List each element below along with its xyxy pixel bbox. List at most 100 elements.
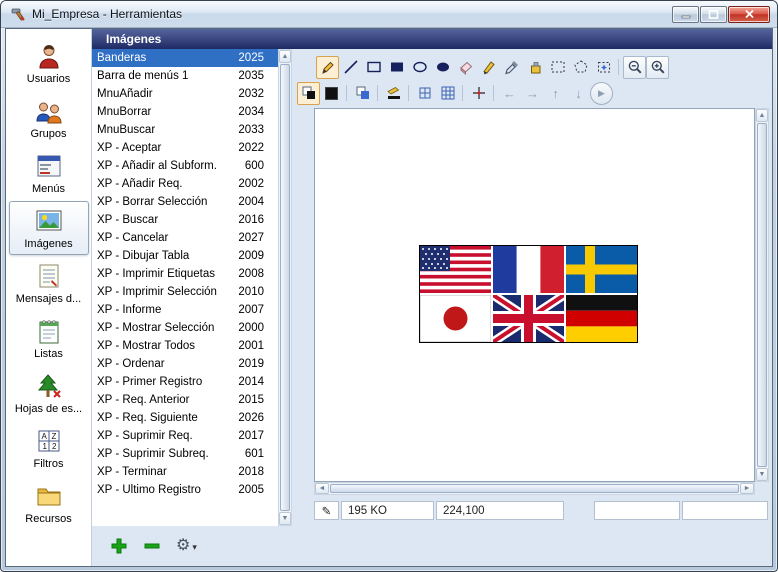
nudge-right-button[interactable]: → <box>521 82 544 105</box>
image-name: XP - Ordenar <box>97 358 228 370</box>
sidebar-item-menus[interactable]: Menús <box>9 146 89 200</box>
list-item[interactable]: XP - Primer Registro 2014 <box>92 373 278 391</box>
eraser-tool-button[interactable] <box>454 56 477 79</box>
list-item[interactable]: XP - Mostrar Todos 2001 <box>92 337 278 355</box>
list-item[interactable]: XP - Aceptar 2022 <box>92 139 278 157</box>
list-item[interactable]: XP - Último Registro 2005 <box>92 481 278 499</box>
toolbar-separator <box>405 83 413 103</box>
status-extra-field-2 <box>682 501 768 520</box>
list-item[interactable]: XP - Informe 2007 <box>92 301 278 319</box>
image-canvas[interactable] <box>314 108 755 482</box>
add-image-button[interactable] <box>110 537 128 555</box>
sidebar-item-listas[interactable]: Listas <box>9 311 89 365</box>
scroll-up-button[interactable]: ▲ <box>279 50 291 63</box>
settings-menu-button[interactable]: ⚙ ▾ <box>176 538 197 554</box>
panel-title: Imágenes <box>106 32 161 46</box>
sidebar-item-mensajes[interactable]: Mensajes d... <box>9 256 89 310</box>
sidebar-item-imagenes[interactable]: Imágenes <box>9 201 89 255</box>
list-item[interactable]: XP - Ordenar 2019 <box>92 355 278 373</box>
scroll-thumb[interactable] <box>757 123 767 467</box>
pencil-icon <box>319 59 336 76</box>
filled-rect-tool-button[interactable] <box>385 56 408 79</box>
flag-uk <box>493 295 564 342</box>
nudge-down-button[interactable]: ↓ <box>567 82 590 105</box>
select-lasso-tool-button[interactable] <box>569 56 592 79</box>
line-tool-button[interactable] <box>339 56 362 79</box>
maximize-button[interactable] <box>700 6 727 23</box>
list-item[interactable]: XP - Req. Siguiente 2026 <box>92 409 278 427</box>
list-item[interactable]: XP - Borrar Selección 2004 <box>92 193 278 211</box>
flag-france <box>493 246 564 293</box>
list-item[interactable]: Banderas 2025 <box>92 49 278 67</box>
list-item[interactable]: XP - Imprimir Etiquetas 2008 <box>92 265 278 283</box>
sidebar-item-usuarios[interactable]: Usuarios <box>9 36 89 90</box>
sidebar-item-recursos[interactable]: Recursos <box>9 476 89 530</box>
list-item[interactable]: XP - Cancelar 2027 <box>92 229 278 247</box>
canvas-hscrollbar[interactable]: ◄ ► <box>314 482 755 495</box>
list-item[interactable]: XP - Terminar 2018 <box>92 463 278 481</box>
transparent-color-button[interactable] <box>351 82 374 105</box>
zoom-in-button[interactable] <box>646 56 669 79</box>
nudge-left-button[interactable]: ← <box>498 82 521 105</box>
list-item[interactable]: XP - Suprimir Req. 2017 <box>92 427 278 445</box>
grid-small-button[interactable] <box>413 82 436 105</box>
minimize-button[interactable] <box>672 6 699 23</box>
scroll-left-button[interactable]: ◄ <box>315 483 329 494</box>
list-item[interactable]: XP - Req. Anterior 2015 <box>92 391 278 409</box>
sidebar-item-grupos[interactable]: Grupos <box>9 91 89 145</box>
sidebar-item-label: Hojas de es... <box>15 403 82 415</box>
sidebar: Usuarios Grupos <box>6 29 92 566</box>
line-width-button[interactable] <box>382 82 405 105</box>
image-id: 2032 <box>228 88 264 100</box>
scroll-thumb[interactable] <box>330 484 739 493</box>
list-item[interactable]: XP - Añadir Req. 2002 <box>92 175 278 193</box>
crosshair-button[interactable] <box>467 82 490 105</box>
panel-header: Imágenes <box>92 29 772 49</box>
list-item[interactable]: MnuBuscar 2033 <box>92 121 278 139</box>
sidebar-item-filtros[interactable]: A Z 1 2 Filtros <box>9 421 89 475</box>
color-mode-button[interactable] <box>297 82 320 105</box>
rect-tool-button[interactable] <box>362 56 385 79</box>
close-button[interactable] <box>728 6 770 23</box>
scroll-down-button[interactable]: ▼ <box>279 512 291 525</box>
zoom-out-button[interactable] <box>623 56 646 79</box>
flag-usa <box>420 246 491 293</box>
plus-icon <box>110 537 128 555</box>
pencil-tool-button[interactable] <box>316 56 339 79</box>
transparent-color-icon <box>355 85 371 101</box>
list-item[interactable]: XP - Mostrar Selección 2000 <box>92 319 278 337</box>
remove-image-button[interactable] <box>143 537 161 555</box>
scroll-down-button[interactable]: ▼ <box>756 468 768 481</box>
list-item[interactable]: XP - Suprimir Subreq. 601 <box>92 445 278 463</box>
ellipse-tool-button[interactable] <box>408 56 431 79</box>
list-scrollbar[interactable]: ▲ ▼ <box>278 49 292 526</box>
list-item[interactable]: XP - Imprimir Selección 2010 <box>92 283 278 301</box>
play-button[interactable]: ▶ <box>590 82 613 105</box>
image-name: XP - Req. Anterior <box>97 394 228 406</box>
select-rect-icon <box>550 59 566 75</box>
canvas-vscrollbar[interactable]: ▲ ▼ <box>755 108 769 482</box>
grid-large-button[interactable] <box>436 82 459 105</box>
image-name: MnuAñadir <box>97 88 228 100</box>
mensajes-icon <box>35 262 63 290</box>
eyedropper-tool-button[interactable] <box>500 56 523 79</box>
list-item[interactable]: XP - Dibujar Tabla 2009 <box>92 247 278 265</box>
fill-tool-button[interactable] <box>523 56 546 79</box>
scroll-up-button[interactable]: ▲ <box>756 109 768 122</box>
select-rect-tool-button[interactable] <box>546 56 569 79</box>
list-item[interactable]: Barra de menús 1 2035 <box>92 67 278 85</box>
sidebar-item-hojas[interactable]: Hojas de es... <box>9 366 89 420</box>
scroll-thumb[interactable] <box>280 64 290 511</box>
list-item[interactable]: XP - Añadir al Subform. 600 <box>92 157 278 175</box>
marker-tool-button[interactable] <box>477 56 500 79</box>
select-wand-tool-button[interactable] <box>592 56 615 79</box>
list-item[interactable]: MnuBorrar 2034 <box>92 103 278 121</box>
fg-color-swatch[interactable] <box>320 82 343 105</box>
filled-ellipse-tool-button[interactable] <box>431 56 454 79</box>
list-item[interactable]: MnuAñadir 2032 <box>92 85 278 103</box>
nudge-up-button[interactable]: ↑ <box>544 82 567 105</box>
list-item[interactable]: XP - Buscar 2016 <box>92 211 278 229</box>
scroll-right-button[interactable]: ► <box>740 483 754 494</box>
cursor-coords-value: 224,100 <box>443 505 485 517</box>
image-id: 2000 <box>228 322 264 334</box>
